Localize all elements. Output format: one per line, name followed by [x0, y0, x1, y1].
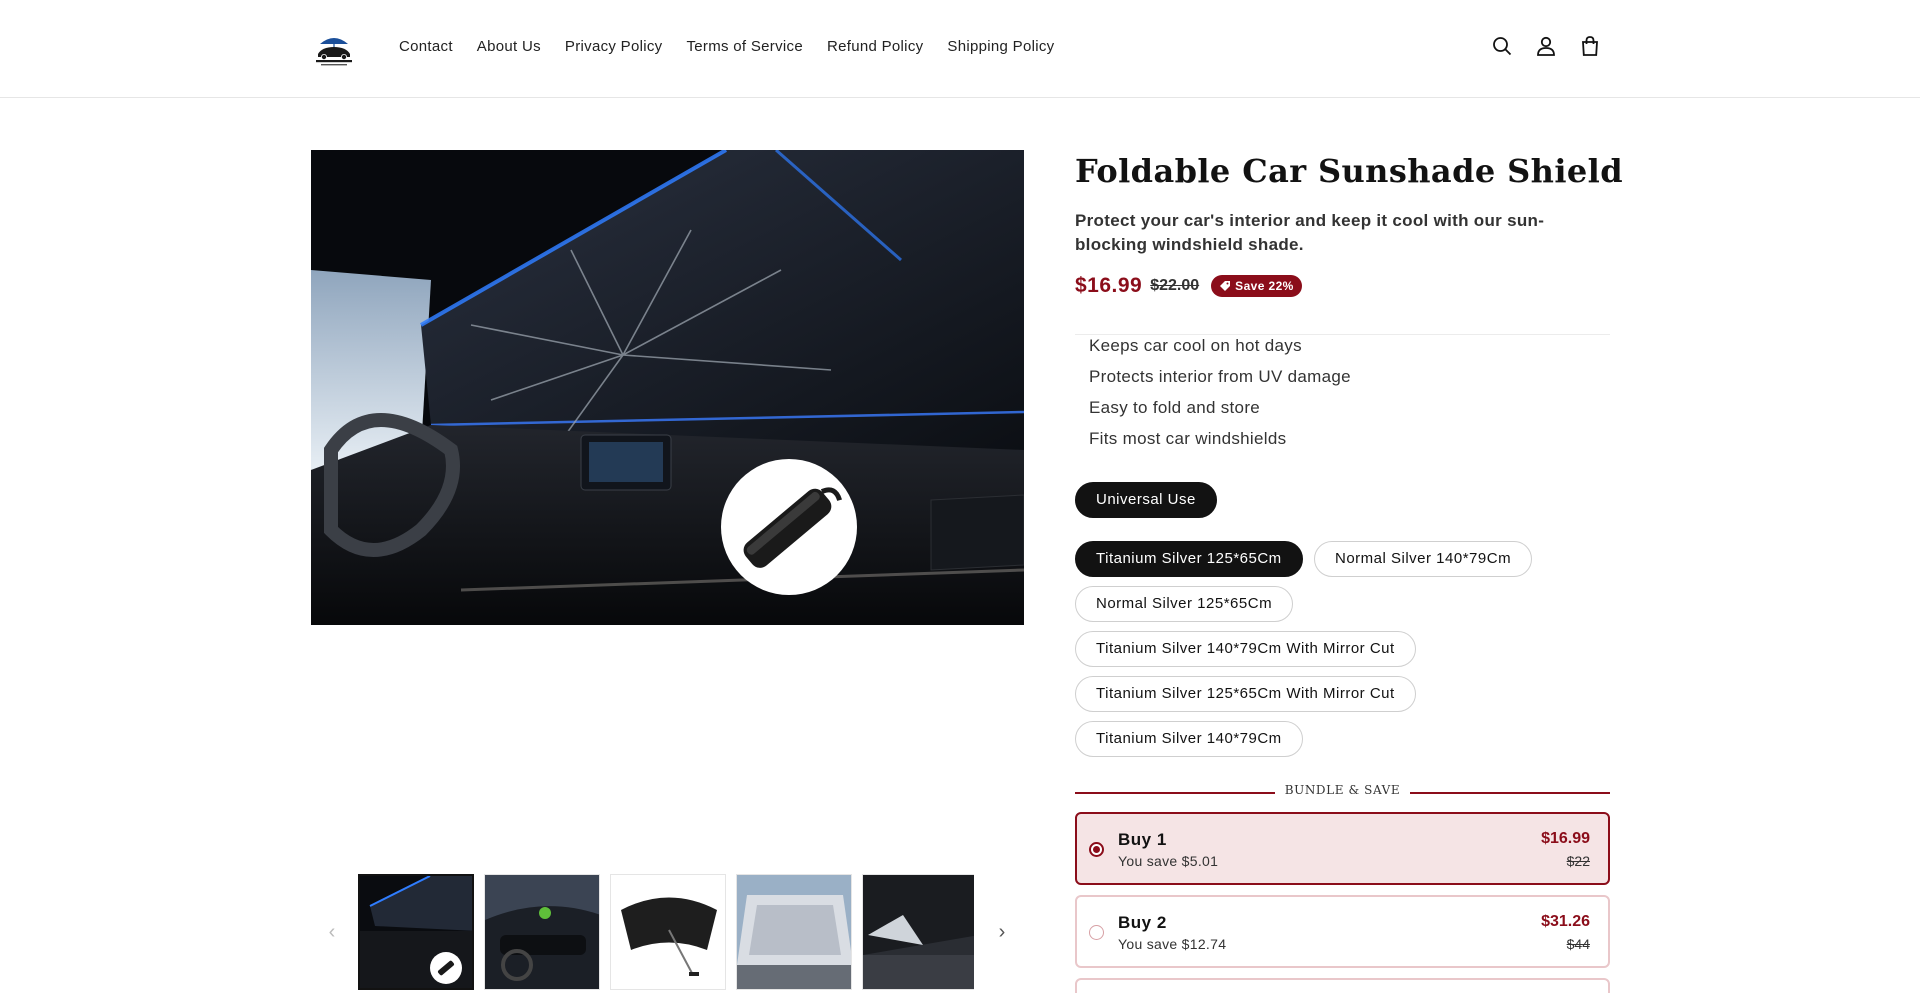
nav-contact[interactable]: Contact [399, 38, 453, 55]
offer-title: Buy 2 [1118, 913, 1167, 932]
product-title: Foldable Car Sunshade Shield [1075, 152, 1623, 190]
header-icons [1490, 34, 1602, 58]
thumbnail-5[interactable] [862, 874, 974, 990]
thumbnail-1[interactable] [358, 874, 474, 990]
option-size-titanium-140[interactable]: Titanium Silver 140*79Cm [1075, 721, 1303, 757]
offer-savings: You save $12.74 [1118, 936, 1227, 952]
option-size-titanium-125-mirror[interactable]: Titanium Silver 125*65Cm With Mirror Cut [1075, 676, 1416, 712]
search-icon[interactable] [1490, 34, 1514, 58]
product-main-image[interactable] [311, 150, 1024, 625]
offer-compare-price: $22 [1566, 853, 1590, 869]
nav-refund-policy[interactable]: Refund Policy [827, 38, 923, 55]
chevron-left-icon[interactable]: ‹ [322, 922, 342, 942]
nav-shipping-policy[interactable]: Shipping Policy [947, 38, 1054, 55]
nav-terms-of-service[interactable]: Terms of Service [686, 38, 803, 55]
option-size-titanium-125[interactable]: Titanium Silver 125*65Cm [1075, 541, 1303, 577]
sale-price: $16.99 [1075, 274, 1143, 297]
thumbnail-3[interactable] [610, 874, 726, 990]
feature-item: Protects interior from UV damage [1089, 367, 1351, 386]
option-size-normal-125[interactable]: Normal Silver 125*65Cm [1075, 586, 1294, 622]
offer-title: Buy 1 [1118, 830, 1167, 849]
offer-compare-price: $44 [1566, 936, 1590, 952]
thumbnail-strip [358, 874, 974, 990]
nav-about-us[interactable]: About Us [477, 38, 541, 55]
option-size-normal-140[interactable]: Normal Silver 140*79Cm [1314, 541, 1533, 577]
bundle-offer-buy-1[interactable]: Buy 1 You save $5.01 $16.99 $22 [1075, 812, 1610, 885]
compare-price: $22.00 [1150, 277, 1200, 294]
offer-savings: You save $5.01 [1118, 853, 1219, 869]
option-universal-use[interactable]: Universal Use [1075, 482, 1217, 518]
radio-button[interactable] [1089, 925, 1104, 940]
main-nav: Contact About Us Privacy Policy Terms of… [399, 38, 1054, 55]
chevron-right-icon[interactable]: › [992, 922, 1012, 942]
nav-privacy-policy[interactable]: Privacy Policy [565, 38, 663, 55]
feature-item: Easy to fold and store [1089, 398, 1261, 417]
bundle-heading: BUNDLE & SAVE [1075, 783, 1610, 801]
account-icon[interactable] [1534, 34, 1558, 58]
offer-price: $16.99 [1541, 830, 1590, 847]
feature-list: Keeps car cool on hot days Protects inte… [1089, 336, 1351, 460]
thumbnail-2[interactable] [484, 874, 600, 990]
feature-item: Fits most car windshields [1089, 429, 1287, 448]
bundle-heading-label: BUNDLE & SAVE [1075, 783, 1610, 797]
option-size-titanium-140-mirror[interactable]: Titanium Silver 140*79Cm With Mirror Cut [1075, 631, 1416, 667]
radio-button[interactable] [1089, 842, 1104, 857]
price-row: $16.99 $22.00 Save 22% [1075, 274, 1302, 298]
bundle-offer-buy-3[interactable] [1075, 978, 1610, 993]
divider [1075, 334, 1610, 335]
product-subtitle: Protect your car's interior and keep it … [1075, 211, 1545, 254]
site-header: Contact About Us Privacy Policy Terms of… [0, 0, 1920, 98]
store-logo[interactable] [312, 30, 356, 68]
tag-icon [1220, 281, 1231, 291]
discount-badge-label: Save 22% [1235, 279, 1294, 293]
thumbnail-4[interactable] [736, 874, 852, 990]
discount-badge: Save 22% [1211, 275, 1302, 297]
cart-icon[interactable] [1578, 34, 1602, 58]
feature-item: Keeps car cool on hot days [1089, 336, 1302, 355]
bundle-heading-text: BUNDLE & SAVE [1274, 783, 1411, 797]
bundle-offer-buy-2[interactable]: Buy 2 You save $12.74 $31.26 $44 [1075, 895, 1610, 968]
offer-price: $31.26 [1541, 913, 1590, 930]
